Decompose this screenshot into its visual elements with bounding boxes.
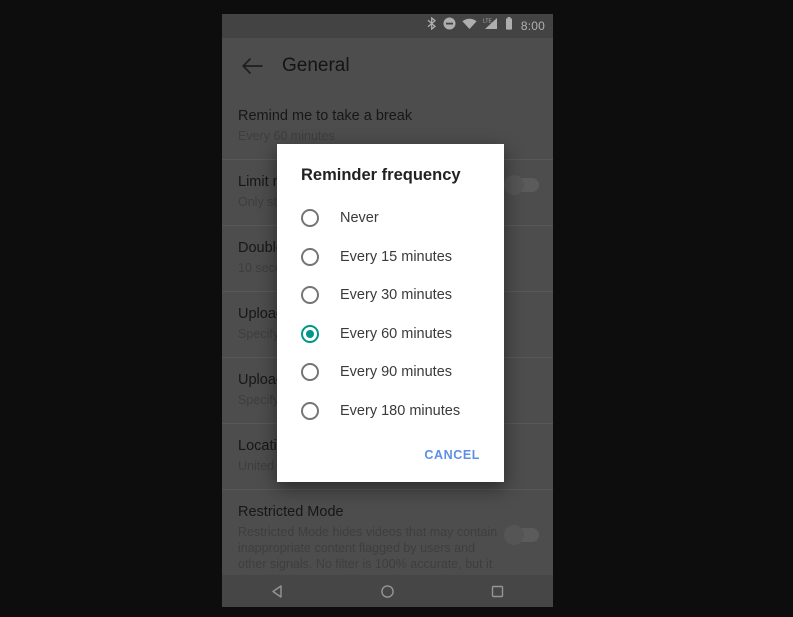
phone-screen: LTE 8:00 General Remind me to take a bre… [222,14,553,607]
radio-option-never[interactable]: Never [277,199,504,238]
radio-option-label: Never [340,210,379,227]
radio-icon[interactable] [301,363,319,382]
radio-icon[interactable] [301,401,319,420]
radio-icon[interactable] [301,209,319,228]
radio-option-every-15-minutes[interactable]: Every 15 minutes [277,238,504,277]
radio-option-every-90-minutes[interactable]: Every 90 minutes [277,353,504,392]
radio-option-label: Every 15 minutes [340,248,453,265]
radio-option-label: Every 30 minutes [340,287,453,304]
radio-icon-selected[interactable] [301,324,319,343]
dialog-actions: CANCEL [277,430,504,482]
cancel-button[interactable]: CANCEL [416,442,488,468]
radio-option-every-30-minutes[interactable]: Every 30 minutes [277,276,504,315]
radio-icon[interactable] [301,247,319,266]
radio-icon[interactable] [301,286,319,305]
radio-option-every-180-minutes[interactable]: Every 180 minutes [277,392,504,431]
reminder-frequency-dialog: Reminder frequency Never Every 15 minute… [277,144,504,482]
radio-option-every-60-minutes[interactable]: Every 60 minutes [277,315,504,354]
dialog-title: Reminder frequency [301,166,461,184]
radio-option-label: Every 90 minutes [340,364,453,381]
radio-option-label: Every 180 minutes [340,402,461,419]
radio-option-label: Every 60 minutes [340,325,453,342]
